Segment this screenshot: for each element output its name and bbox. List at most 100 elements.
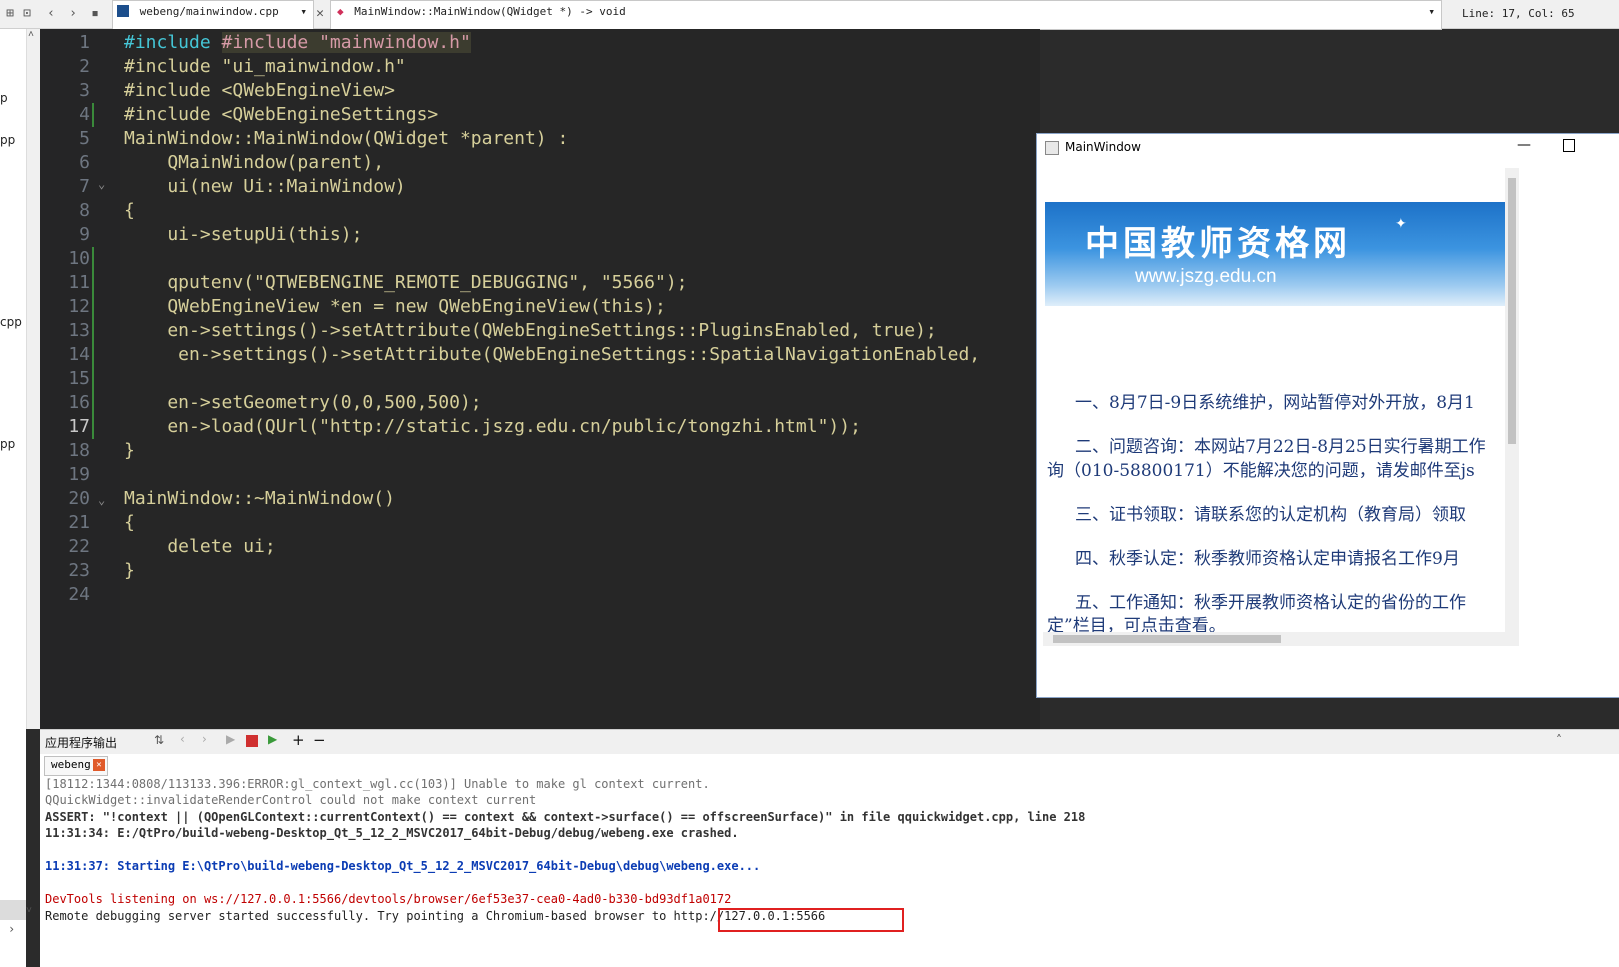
line-number: 13 bbox=[68, 320, 90, 341]
notice-paragraph: 三、证书领取：请联系您的认定机构（教育局）领取 bbox=[1075, 505, 1466, 525]
web-view[interactable]: 中国教师资格网 www.jszg.edu.cn ✦ 一、8月7日-9日系统维护，… bbox=[1043, 170, 1521, 646]
fold-marker-icon[interactable]: ⌄ bbox=[98, 493, 105, 507]
next-icon[interactable]: › bbox=[202, 732, 207, 746]
line-number: 9 bbox=[79, 224, 90, 245]
output-line: 11:31:34: E:/QtPro/build-webeng-Desktop_… bbox=[45, 826, 739, 840]
code-line-current: en->load(QUrl("http://static.jszg.edu.cn… bbox=[124, 416, 861, 437]
tree-item[interactable]: pp bbox=[0, 133, 15, 147]
banner-url: www.jszg.edu.cn bbox=[1135, 266, 1277, 287]
scroll-thumb[interactable] bbox=[1508, 178, 1516, 444]
code-line: delete ui; bbox=[124, 536, 276, 557]
chevron-down-icon[interactable]: ▾ bbox=[300, 1, 307, 23]
code-line: } bbox=[124, 440, 135, 461]
line-number: 2 bbox=[79, 56, 90, 77]
code-editor[interactable]: #include #include "mainwindow.h" #includ… bbox=[120, 29, 1040, 729]
code-line: { bbox=[124, 200, 135, 221]
code-line: qputenv("QTWEBENGINE_REMOTE_DEBUGGING", … bbox=[124, 272, 688, 293]
line-number: 21 bbox=[68, 512, 90, 533]
cpp-file-icon bbox=[117, 5, 129, 17]
maximize-panel-icon[interactable]: ˄ bbox=[1556, 733, 1562, 747]
split-icon[interactable]: ⊞ bbox=[2, 0, 18, 28]
app-window[interactable]: MainWindow — 中国教师资格网 www.jszg.edu.cn ✦ 一… bbox=[1036, 133, 1619, 698]
code-line: en->settings()->setAttribute(QWebEngineS… bbox=[124, 320, 937, 341]
scroll-down-icon[interactable]: ˅ bbox=[26, 905, 32, 917]
line-number: 6 bbox=[79, 152, 90, 173]
code-line: #include <QWebEngineView> bbox=[124, 80, 395, 101]
code-line: #include "ui_mainwindow.h" bbox=[124, 56, 406, 77]
code-line: QMainWindow(parent), bbox=[124, 152, 385, 173]
output-line: [18112:1344:0808/113133.396:ERROR:gl_con… bbox=[45, 777, 710, 791]
tree-scroll-thumb[interactable] bbox=[0, 900, 26, 920]
site-banner: 中国教师资格网 www.jszg.edu.cn ✦ bbox=[1045, 202, 1505, 306]
line-number: 19 bbox=[68, 464, 90, 485]
scroll-up-icon[interactable]: ˄ bbox=[28, 29, 34, 41]
close-icon[interactable]: ✕ bbox=[312, 0, 328, 28]
notice-paragraph: 询（010-58800171）不能解决您的问题，请发邮件至js bbox=[1047, 461, 1475, 481]
code-line: MainWindow::~MainWindow() bbox=[124, 488, 395, 509]
code-line: ui->setupUi(this); bbox=[124, 224, 363, 245]
symbol-selector[interactable]: ◆ MainWindow::MainWindow(QWidget *) -> v… bbox=[330, 0, 1442, 30]
scroll-thumb[interactable] bbox=[1053, 635, 1281, 643]
method-icon: ◆ bbox=[337, 5, 344, 18]
close-split-icon[interactable]: ⊡ bbox=[20, 0, 34, 28]
notice-paragraph: 四、秋季认定：秋季教师资格认定申请报名工作9月 bbox=[1075, 549, 1460, 569]
filter-icon[interactable]: ⇅ bbox=[154, 733, 164, 747]
highlight-box bbox=[718, 908, 904, 932]
line-number: 18 bbox=[68, 440, 90, 461]
line-number-current: 17 bbox=[68, 416, 90, 437]
tree-scrollbar[interactable]: ˄ bbox=[26, 29, 41, 729]
web-vertical-scrollbar[interactable] bbox=[1505, 168, 1519, 646]
maximize-icon[interactable] bbox=[1563, 139, 1575, 152]
output-line: 11:31:37: Starting E:\QtPro\build-webeng… bbox=[45, 859, 761, 873]
output-panel-toolbar: 应用程序输出 ⇅ ‹ › ▶ ▶ + − ˄ bbox=[40, 729, 1619, 755]
app-window-titlebar[interactable]: MainWindow — bbox=[1037, 134, 1619, 162]
fold-marker-icon[interactable]: ⌄ bbox=[98, 177, 105, 191]
decrease-font-icon[interactable]: − bbox=[313, 731, 326, 749]
output-tab[interactable]: webeng ✕ bbox=[44, 756, 108, 776]
code-line: #include <QWebEngineSettings> bbox=[124, 104, 439, 125]
line-number-gutter: 1 2 3 4 5 6 7 8 9 10 11 12 13 14 15 16 1… bbox=[40, 29, 120, 729]
increase-font-icon[interactable]: + bbox=[292, 731, 305, 749]
rerun-icon[interactable]: ▶ bbox=[268, 732, 277, 746]
line-number: 20 bbox=[68, 488, 90, 509]
chevron-down-icon[interactable]: ▾ bbox=[1428, 1, 1435, 23]
line-number: 24 bbox=[68, 584, 90, 605]
run-icon[interactable]: ▶ bbox=[226, 732, 235, 746]
web-horizontal-scrollbar[interactable] bbox=[1043, 632, 1519, 646]
editor-toolbar: ⊞ ⊡ ‹ › ▪ webeng/mainwindow.cpp ▾ ✕ ◆ Ma… bbox=[0, 0, 1619, 30]
output-line: DevTools listening on ws://127.0.0.1:556… bbox=[45, 892, 732, 906]
code-line: #include #include "mainwindow.h" bbox=[124, 32, 471, 53]
line-number: 5 bbox=[79, 128, 90, 149]
line-number: 10 bbox=[68, 248, 90, 269]
output-panel[interactable]: webeng ✕ [18112:1344:0808/113133.396:ERR… bbox=[40, 754, 1619, 967]
sparkle-icon: ✦ bbox=[1395, 216, 1407, 232]
tree-item[interactable]: cpp bbox=[0, 315, 22, 329]
line-number: 8 bbox=[79, 200, 90, 221]
lock-icon: ▪ bbox=[91, 6, 99, 21]
previous-icon[interactable]: ‹ bbox=[180, 732, 185, 746]
tree-item[interactable]: p bbox=[0, 91, 8, 105]
line-number: 7 bbox=[79, 176, 90, 197]
line-number: 3 bbox=[79, 80, 90, 101]
back-arrow-icon[interactable]: ‹ bbox=[44, 0, 58, 28]
code-line: } bbox=[124, 560, 135, 581]
scroll-right-icon[interactable]: › bbox=[8, 922, 15, 936]
output-panel-title: 应用程序输出 bbox=[45, 736, 118, 750]
output-line: Remote debugging server started successf… bbox=[45, 909, 826, 923]
minimize-icon[interactable]: — bbox=[1517, 137, 1531, 153]
output-line: ASSERT: "!context || (QOpenGLContext::cu… bbox=[45, 810, 1086, 824]
line-number: 15 bbox=[68, 368, 90, 389]
file-selector[interactable]: webeng/mainwindow.cpp ▾ bbox=[112, 0, 314, 30]
tree-item[interactable]: pp bbox=[0, 437, 15, 451]
stop-icon[interactable] bbox=[246, 735, 258, 747]
notice-paragraph: 一、8月7日-9日系统维护，网站暂停对外开放，8月1 bbox=[1075, 393, 1475, 413]
line-number: 14 bbox=[68, 344, 90, 365]
line-number: 12 bbox=[68, 296, 90, 317]
close-tab-icon[interactable]: ✕ bbox=[93, 759, 105, 771]
forward-arrow-icon[interactable]: › bbox=[66, 0, 80, 28]
output-tab-label: webeng bbox=[51, 758, 91, 771]
change-marker bbox=[92, 247, 94, 439]
code-line: QWebEngineView *en = new QWebEngineView(… bbox=[124, 296, 666, 317]
banner-title: 中国教师资格网 bbox=[1085, 224, 1351, 264]
symbol-name: MainWindow::MainWindow(QWidget *) -> voi… bbox=[354, 5, 626, 18]
